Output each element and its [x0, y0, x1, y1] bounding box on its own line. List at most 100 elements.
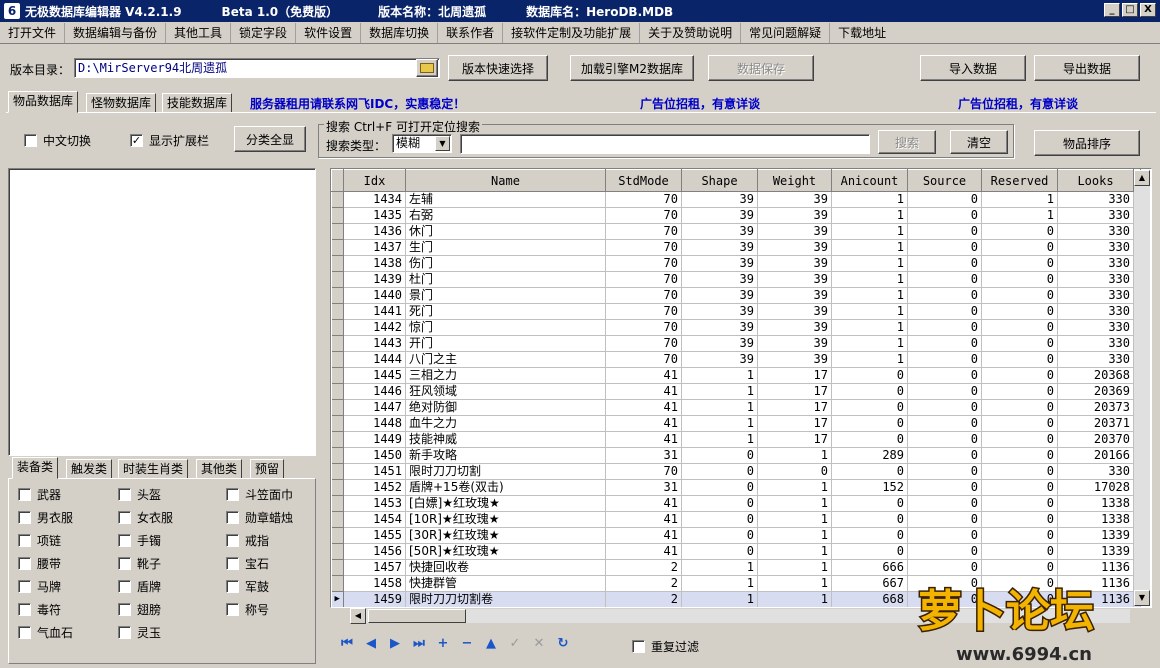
table-cell[interactable]: 1441 [343, 303, 406, 320]
table-cell[interactable]: 39 [681, 287, 758, 304]
table-cell[interactable]: 667 [831, 575, 908, 592]
table-row[interactable]: 1449 技能神威 41 1 17 0 0 0 20370 [331, 431, 1141, 448]
import-button[interactable]: 导入数据 [920, 55, 1026, 81]
table-cell[interactable]: 70 [605, 239, 682, 256]
table-cell[interactable]: 1 [757, 447, 832, 464]
category-checkbox[interactable] [118, 557, 131, 570]
row-indicator[interactable] [331, 335, 344, 352]
table-cell[interactable]: 0 [981, 399, 1058, 416]
category-option[interactable]: 斗笠面巾 [226, 486, 293, 503]
category-checkbox[interactable] [18, 603, 31, 616]
table-cell[interactable]: 330 [1057, 319, 1134, 336]
table-cell[interactable]: 1 [757, 543, 832, 560]
table-cell[interactable]: 1449 [343, 431, 406, 448]
prior-record-icon[interactable]: ◀ [362, 635, 380, 653]
category-option[interactable]: 宝石 [226, 555, 269, 572]
edit-record-icon[interactable]: ▲ [482, 635, 500, 653]
table-cell[interactable]: 0 [981, 479, 1058, 496]
row-indicator[interactable] [331, 287, 344, 304]
table-row[interactable]: 1450 新手攻略 31 0 1 289 0 0 20166 [331, 447, 1141, 464]
category-tab-3[interactable]: 其他类 [196, 459, 243, 479]
table-cell[interactable]: 0 [981, 447, 1058, 464]
menu-item-4[interactable]: 软件设置 [296, 22, 362, 43]
table-cell[interactable]: 1443 [343, 335, 406, 352]
table-row[interactable]: 1438 伤门 70 39 39 1 0 0 330 [331, 255, 1141, 272]
quick-select-button[interactable]: 版本快速选择 [448, 55, 548, 81]
category-checkbox[interactable] [18, 557, 31, 570]
row-indicator[interactable] [331, 463, 344, 480]
table-cell[interactable]: 70 [605, 191, 682, 208]
row-indicator[interactable] [331, 367, 344, 384]
table-cell[interactable]: 0 [907, 351, 982, 368]
table-cell[interactable]: 1 [831, 271, 908, 288]
dup-filter-checkbox[interactable] [632, 640, 645, 653]
category-option[interactable]: 男衣服 [18, 509, 73, 526]
table-cell[interactable]: 330 [1057, 191, 1134, 208]
table-cell[interactable]: 0 [681, 511, 758, 528]
sort-items-button[interactable]: 物品排序 [1034, 130, 1140, 156]
table-cell[interactable]: 17 [757, 383, 832, 400]
table-cell[interactable]: 1338 [1057, 495, 1134, 512]
table-cell[interactable]: 41 [605, 399, 682, 416]
table-cell[interactable]: 330 [1057, 239, 1134, 256]
column-header[interactable]: Name [405, 169, 606, 192]
table-row[interactable]: 1442 惊门 70 39 39 1 0 0 330 [331, 319, 1141, 336]
row-indicator[interactable] [331, 399, 344, 416]
table-cell[interactable]: 70 [605, 335, 682, 352]
table-cell[interactable]: 17 [757, 367, 832, 384]
category-checkbox[interactable] [18, 511, 31, 524]
table-cell[interactable]: 70 [605, 287, 682, 304]
ad-slot-1[interactable]: 广告位招租，有意详谈 [640, 95, 760, 112]
category-option[interactable]: 马牌 [18, 578, 61, 595]
minimize-button[interactable]: _ [1104, 3, 1120, 17]
table-cell[interactable]: 0 [907, 319, 982, 336]
table-cell[interactable]: 1 [681, 367, 758, 384]
row-indicator[interactable] [331, 431, 344, 448]
table-cell[interactable]: 1438 [343, 255, 406, 272]
table-cell[interactable]: 0 [831, 463, 908, 480]
row-indicator[interactable] [331, 559, 344, 576]
table-cell[interactable]: 330 [1057, 223, 1134, 240]
column-header[interactable]: StdMode [605, 169, 682, 192]
table-cell[interactable]: 1 [831, 191, 908, 208]
table-row[interactable]: 1445 三相之力 41 1 17 0 0 0 20368 [331, 367, 1141, 384]
table-cell[interactable]: 1 [757, 511, 832, 528]
table-cell[interactable]: 0 [907, 303, 982, 320]
table-cell[interactable]: 八门之主 [405, 351, 606, 368]
table-cell[interactable]: 17028 [1057, 479, 1134, 496]
item-list[interactable] [8, 168, 316, 456]
table-cell[interactable]: 330 [1057, 351, 1134, 368]
table-cell[interactable]: 0 [907, 191, 982, 208]
table-cell[interactable]: 0 [981, 543, 1058, 560]
table-row[interactable]: 1456 [50R]★红玫瑰★ 41 0 1 0 0 0 1339 [331, 543, 1141, 560]
row-indicator[interactable] [331, 223, 344, 240]
table-row[interactable]: 1439 杜门 70 39 39 1 0 0 330 [331, 271, 1141, 288]
table-cell[interactable]: 0 [981, 319, 1058, 336]
column-header[interactable]: Source [907, 169, 982, 192]
table-cell[interactable]: 1 [981, 207, 1058, 224]
table-cell[interactable]: 惊门 [405, 319, 606, 336]
chinese-switch[interactable]: 中文切换 [24, 132, 91, 149]
table-cell[interactable]: 0 [831, 527, 908, 544]
table-cell[interactable]: 0 [907, 287, 982, 304]
search-button[interactable]: 搜索 [878, 130, 936, 154]
table-row[interactable]: 1435 右弼 70 39 39 1 0 1 330 [331, 207, 1141, 224]
table-cell[interactable]: 1436 [343, 223, 406, 240]
dir-input[interactable]: D:\MirServer94北周遗孤 [74, 58, 440, 78]
cancel-record-icon[interactable]: ✕ [530, 635, 548, 653]
column-header[interactable]: Idx [343, 169, 406, 192]
row-indicator[interactable] [331, 479, 344, 496]
table-cell[interactable]: 0 [907, 543, 982, 560]
server-ad[interactable]: 服务器租用请联系网飞IDC，实惠稳定！ [250, 95, 465, 112]
table-cell[interactable]: 1459 [343, 591, 406, 607]
row-indicator[interactable] [331, 191, 344, 208]
post-record-icon[interactable]: ✓ [506, 635, 524, 653]
category-option[interactable]: 项链 [18, 532, 61, 549]
table-cell[interactable]: 0 [907, 495, 982, 512]
table-cell[interactable]: 1444 [343, 351, 406, 368]
table-cell[interactable]: [30R]★红玫瑰★ [405, 527, 606, 544]
table-cell[interactable]: 39 [757, 271, 832, 288]
table-cell[interactable]: [10R]★红玫瑰★ [405, 511, 606, 528]
table-row[interactable]: 1437 生门 70 39 39 1 0 0 330 [331, 239, 1141, 256]
first-record-icon[interactable]: ⏮ [338, 635, 356, 653]
